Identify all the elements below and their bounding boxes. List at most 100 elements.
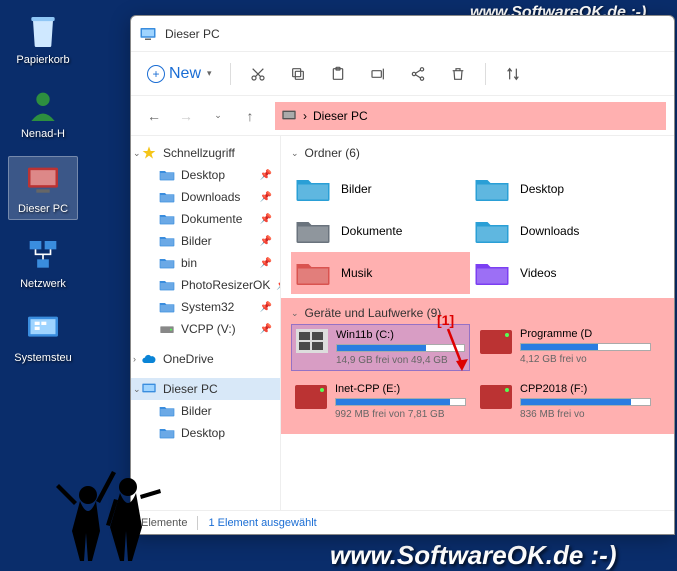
breadcrumb-sep: › bbox=[303, 109, 307, 123]
sidebar-item[interactable]: Dokumente📌 bbox=[131, 208, 280, 230]
desktop-icon-papierkorb[interactable]: Papierkorb bbox=[8, 8, 78, 70]
drive-free-text: 14,9 GB frei von 49,4 GB bbox=[336, 355, 465, 366]
drive-item[interactable]: Win11b (C:) 14,9 GB frei von 49,4 GB bbox=[291, 324, 470, 371]
desktop-icon-nenad-h[interactable]: Nenad-H bbox=[8, 82, 78, 144]
desktop-icon-label: Nenad-H bbox=[21, 128, 65, 140]
desktop-icon-dieser-pc[interactable]: Dieser PC bbox=[8, 156, 78, 220]
sidebar-item[interactable]: bin 📌 bbox=[131, 252, 280, 274]
folder-label: Videos bbox=[520, 266, 556, 280]
pin-icon: 📌 bbox=[260, 302, 272, 313]
drive-name: Programme (D bbox=[520, 328, 651, 340]
forward-button[interactable]: → bbox=[171, 101, 201, 131]
folder-item[interactable]: Dokumente bbox=[291, 210, 470, 252]
drive-item[interactable]: CPP2018 (F:)836 MB frei vo bbox=[476, 379, 655, 424]
pin-icon: 📌 bbox=[260, 258, 272, 269]
plus-icon: + bbox=[147, 65, 165, 83]
star-icon bbox=[141, 145, 157, 161]
rename-button[interactable] bbox=[361, 58, 395, 90]
pin-icon: 📌 bbox=[260, 192, 272, 203]
delete-button[interactable] bbox=[441, 58, 475, 90]
drive-usage-bar bbox=[520, 343, 651, 351]
sidebar-item[interactable]: Bilder 📌 bbox=[131, 230, 280, 252]
drive-item[interactable]: Programme (D4,12 GB frei vo bbox=[476, 324, 655, 371]
sidebar-item-label: Dokumente bbox=[181, 212, 242, 226]
folder-label: Downloads bbox=[520, 224, 579, 238]
group-label: Geräte und Laufwerke (9) bbox=[305, 306, 442, 320]
folder-item[interactable]: Videos bbox=[470, 252, 649, 294]
breadcrumb[interactable]: › Dieser PC bbox=[275, 102, 666, 130]
pin-icon: 📌 bbox=[260, 236, 272, 247]
pc-icon bbox=[139, 25, 157, 43]
drive-usage-bar bbox=[520, 398, 651, 406]
pc-icon bbox=[281, 108, 297, 124]
chevron-down-icon: ⌄ bbox=[291, 148, 299, 159]
netzwerk-icon bbox=[23, 236, 63, 276]
drive-name: Inet-CPP (E:) bbox=[335, 383, 466, 395]
sidebar-item[interactable]: Bilder bbox=[131, 400, 280, 422]
sidebar-this-pc[interactable]: ⌄ Dieser PC bbox=[131, 378, 280, 400]
desktop-icon-netzwerk[interactable]: Netzwerk bbox=[8, 232, 78, 294]
toolbar: + New ▾ bbox=[131, 52, 674, 96]
watermark-bottom: www.SoftwareOK.de :-) bbox=[330, 540, 617, 571]
sidebar-item[interactable]: System32📌 bbox=[131, 296, 280, 318]
drive-icon bbox=[295, 385, 327, 409]
folder-label: Musik bbox=[341, 266, 372, 280]
folder-item[interactable]: Bilder bbox=[291, 168, 470, 210]
folder-item[interactable]: Desktop bbox=[470, 168, 649, 210]
new-button[interactable]: + New ▾ bbox=[139, 58, 220, 90]
new-label: New bbox=[169, 65, 201, 83]
desktop-icon-systemsteu[interactable]: Systemsteu bbox=[8, 306, 78, 368]
drive-usage-bar bbox=[335, 398, 466, 406]
sidebar-item[interactable]: Desktop 📌 bbox=[131, 164, 280, 186]
group-label: Ordner (6) bbox=[305, 146, 360, 160]
cut-button[interactable] bbox=[241, 58, 275, 90]
sidebar-quick-access[interactable]: ⌄ Schnellzugriff bbox=[131, 142, 280, 164]
drive-name: CPP2018 (F:) bbox=[520, 383, 651, 395]
sidebar-item[interactable]: PhotoResizerOK📌 bbox=[131, 274, 280, 296]
explorer-window: Dieser PC + New ▾ ← → ⌄ ↑ › bbox=[130, 15, 675, 535]
chevron-down-icon: ⌄ bbox=[133, 148, 141, 159]
folder-item[interactable]: Downloads bbox=[470, 210, 649, 252]
copy-button[interactable] bbox=[281, 58, 315, 90]
navbar: ← → ⌄ ↑ › Dieser PC bbox=[131, 96, 674, 136]
statusbar: Elemente 1 Element ausgewählt bbox=[131, 510, 674, 534]
desktop-icon-label: Systemsteu bbox=[14, 352, 71, 364]
content-pane: ⌄ Ordner (6) Bilder Desktop Dokumente Downl… bbox=[281, 136, 674, 510]
sidebar-item-label: VCPP (V:) bbox=[181, 322, 236, 336]
windows-drive-icon bbox=[296, 329, 328, 353]
sidebar: ⌄ Schnellzugriff Desktop 📌 Downloads 📌 Dokum… bbox=[131, 136, 281, 510]
drive-name: Win11b (C:) bbox=[336, 329, 465, 341]
sidebar-onedrive[interactable]: › OneDrive bbox=[131, 348, 280, 370]
status-selected: 1 Element ausgewählt bbox=[208, 517, 316, 529]
pin-icon: 📌 bbox=[260, 170, 272, 181]
drives-header[interactable]: ⌄ Geräte und Laufwerke (9) bbox=[281, 302, 674, 324]
pc-icon bbox=[141, 381, 157, 397]
folder-label: Dokumente bbox=[341, 224, 402, 238]
sidebar-item-label: Bilder bbox=[181, 404, 212, 418]
drive-item[interactable]: Inet-CPP (E:)992 MB frei von 7,81 GB bbox=[291, 379, 470, 424]
recent-dropdown[interactable]: ⌄ bbox=[203, 101, 233, 131]
desktop-icon-label: Netzwerk bbox=[20, 278, 66, 290]
nenad-h-icon bbox=[23, 86, 63, 126]
sidebar-item-label: Desktop bbox=[181, 426, 225, 440]
sidebar-item[interactable]: VCPP (V:)📌 bbox=[131, 318, 280, 340]
desktop-icon-label: Papierkorb bbox=[16, 54, 69, 66]
sidebar-item-label: bin bbox=[181, 256, 197, 270]
sidebar-item-label: Bilder bbox=[181, 234, 212, 248]
share-button[interactable] bbox=[401, 58, 435, 90]
sidebar-label: Schnellzugriff bbox=[163, 146, 235, 160]
cloud-icon bbox=[141, 351, 157, 367]
folders-header[interactable]: ⌄ Ordner (6) bbox=[281, 142, 674, 164]
titlebar: Dieser PC bbox=[131, 16, 674, 52]
folder-item[interactable]: Musik bbox=[291, 252, 470, 294]
up-button[interactable]: ↑ bbox=[235, 101, 265, 131]
sidebar-item[interactable]: Downloads 📌 bbox=[131, 186, 280, 208]
drive-usage-bar bbox=[336, 344, 465, 352]
paste-button[interactable] bbox=[321, 58, 355, 90]
sidebar-item[interactable]: Desktop bbox=[131, 422, 280, 444]
folder-label: Desktop bbox=[520, 182, 564, 196]
back-button[interactable]: ← bbox=[139, 101, 169, 131]
sort-button[interactable] bbox=[496, 58, 530, 90]
sidebar-item-label: Desktop bbox=[181, 168, 225, 182]
sidebar-item-label: Downloads bbox=[181, 190, 240, 204]
